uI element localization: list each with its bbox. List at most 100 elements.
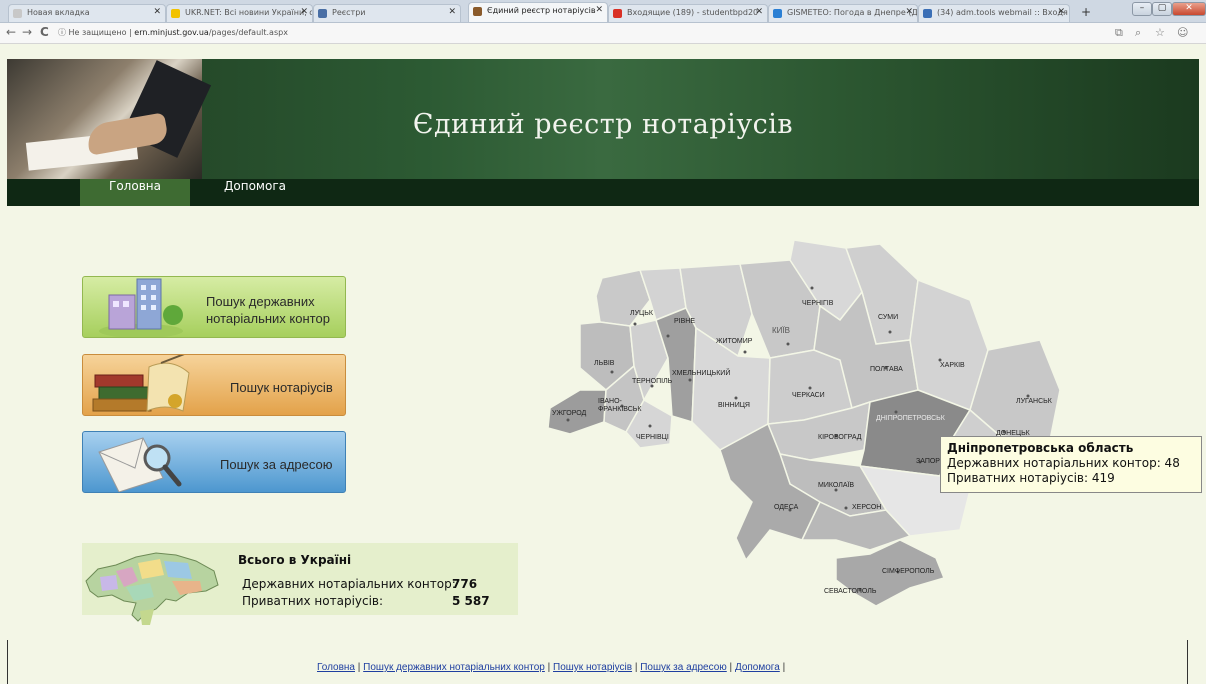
city-label: УЖГОРОД bbox=[552, 410, 587, 417]
tab-favicon-icon bbox=[773, 9, 782, 18]
address-bar: ← → C ⓘ Не защищено | ern.minjust.gov.ua… bbox=[0, 23, 1206, 44]
translate-icon[interactable]: ⧉ bbox=[1115, 26, 1123, 40]
tab-title: GISMETEO: Погода в Днепре (Д bbox=[787, 8, 918, 17]
region-volyn bbox=[595, 269, 651, 327]
footer-separator: | bbox=[634, 662, 638, 673]
tab-title: Реєстри bbox=[332, 8, 366, 17]
tab-close-icon[interactable]: ✕ bbox=[300, 7, 308, 17]
site-header: Єдиний реєстр нотаріусів bbox=[7, 59, 1199, 179]
city-label: ОДЕСА bbox=[774, 504, 799, 511]
city-label: ХЕРСОН bbox=[852, 504, 882, 511]
city-label: ЧЕРНІВЦІ bbox=[636, 434, 669, 441]
books-scroll-icon bbox=[92, 355, 190, 412]
footer-links: Головна | Пошук державних нотаріальних к… bbox=[317, 662, 785, 673]
main-menu: Головна Допомога bbox=[7, 179, 1199, 206]
city-label: СЕВАСТОПОЛЬ bbox=[824, 588, 877, 595]
city-label: ІВАНО-ФРАНКІВСЬК bbox=[598, 398, 642, 413]
city-label: ЛУЦЬК bbox=[630, 310, 653, 317]
footer-separator: | bbox=[782, 662, 786, 673]
gmail-favicon-icon bbox=[613, 9, 622, 18]
url-path: /pages/default.aspx bbox=[208, 28, 288, 37]
tab-favicon-icon bbox=[473, 7, 482, 16]
browser-tab[interactable]: UKR.NET: Всі новини України, о ✕ bbox=[166, 4, 313, 22]
back-icon[interactable]: ← bbox=[6, 25, 16, 39]
buildings-icon bbox=[99, 278, 183, 337]
bookmark-star-icon[interactable]: ☆ bbox=[1155, 26, 1165, 39]
city-label: ДНІПРОПЕТРОВСЬК bbox=[876, 415, 945, 422]
city-label: МИКОЛАЇВ bbox=[818, 482, 855, 489]
minimize-button[interactable]: – bbox=[1132, 2, 1152, 16]
footer-link-state-offices[interactable]: Пошук державних нотаріальних контор bbox=[363, 662, 545, 673]
city-label: ЖИТОМИР bbox=[716, 338, 753, 345]
tab-close-icon[interactable]: ✕ bbox=[448, 7, 456, 17]
footer-link-home[interactable]: Головна bbox=[317, 662, 355, 673]
maximize-button[interactable]: ▢ bbox=[1152, 2, 1172, 16]
browser-tab[interactable]: GISMETEO: Погода в Днепре (Д ✕ bbox=[768, 4, 918, 22]
tab-favicon-icon bbox=[318, 9, 327, 18]
tab-favicon-icon bbox=[13, 9, 22, 18]
footer-separator: | bbox=[729, 662, 733, 673]
browser-tab-active[interactable]: Єдиний реєстр нотаріусів ✕ bbox=[468, 2, 608, 22]
search-notaries-button[interactable]: Пошук нотаріусів bbox=[82, 354, 346, 416]
totals-panel: Всього в Україні Державних нотаріальних … bbox=[82, 543, 518, 625]
footer-separator: | bbox=[357, 662, 361, 673]
city-label: ХАРКІВ bbox=[940, 362, 965, 369]
city-label: ЛУГАНСЬК bbox=[1016, 398, 1052, 405]
browser-tab[interactable]: Новая вкладка ✕ bbox=[8, 4, 166, 22]
tab-title: Єдиний реєстр нотаріусів bbox=[487, 6, 596, 15]
city-label: КИЇВ bbox=[772, 326, 790, 335]
tab-favicon-icon bbox=[171, 9, 180, 18]
ukraine-region-map: ЛУЦЬК РІВНЕ ЖИТОМИР КИЇВ ЧЕРНІГІВ СУМИ Л… bbox=[540, 239, 1100, 620]
browser-tab[interactable]: (34) adm.tools webmail :: Входя ✕ bbox=[918, 4, 1070, 22]
footer-link-address[interactable]: Пошук за адресою bbox=[640, 662, 727, 673]
tooltip-line: Державних нотаріальних контор: 48 bbox=[947, 456, 1180, 470]
menu-item-help[interactable]: Допомога bbox=[200, 179, 310, 206]
menu-item-home[interactable]: Головна bbox=[80, 179, 190, 206]
city-label: ВІННИЦЯ bbox=[718, 402, 750, 409]
totals-value: 5 587 bbox=[452, 594, 490, 608]
tab-close-icon[interactable]: ✕ bbox=[755, 7, 763, 17]
zoom-icon[interactable]: ⌕ bbox=[1135, 26, 1141, 40]
browser-tab-bar: Новая вкладка ✕ UKR.NET: Всі новини Укра… bbox=[0, 0, 1206, 23]
tab-close-icon[interactable]: ✕ bbox=[1057, 7, 1065, 17]
new-tab-button[interactable]: + bbox=[1076, 4, 1096, 20]
city-label: ЧЕРКАСИ bbox=[792, 392, 825, 399]
tooltip-title: Дніпропетровська область bbox=[947, 441, 1134, 455]
tab-close-icon[interactable]: ✕ bbox=[905, 7, 913, 17]
search-state-notary-offices-button[interactable]: Пошук державних нотаріальних контор bbox=[82, 276, 346, 338]
url-host: ern.minjust.gov.ua bbox=[134, 28, 209, 37]
city-label: ТЕРНОПІЛЬ bbox=[632, 378, 673, 385]
city-label: РІВНЕ bbox=[674, 318, 696, 325]
tab-title: Входящие (189) - studentbpd20 bbox=[627, 8, 759, 17]
reload-icon[interactable]: C bbox=[40, 25, 49, 39]
tab-favicon-icon bbox=[923, 9, 932, 18]
url-field[interactable]: ⓘ Не защищено | ern.minjust.gov.ua/pages… bbox=[58, 27, 288, 38]
tab-title: (34) adm.tools webmail :: Входя bbox=[937, 8, 1068, 17]
action-label-line2: нотаріальних контор bbox=[206, 311, 330, 326]
tab-close-icon[interactable]: ✕ bbox=[595, 5, 603, 15]
totals-value: 776 bbox=[452, 577, 478, 591]
browser-tab[interactable]: Входящие (189) - studentbpd20 ✕ bbox=[608, 4, 768, 22]
city-label: СІМФЕРОПОЛЬ bbox=[882, 568, 935, 575]
footer-link-notaries[interactable]: Пошук нотаріусів bbox=[553, 662, 632, 673]
totals-label: Державних нотаріальних контор: bbox=[242, 577, 456, 591]
city-label: ЧЕРНІГІВ bbox=[802, 300, 834, 307]
totals-label: Приватних нотаріусів: bbox=[242, 594, 384, 608]
tab-close-icon[interactable]: ✕ bbox=[153, 7, 161, 17]
city-label: КІРОВОГРАД bbox=[818, 434, 862, 441]
footer-separator: | bbox=[547, 662, 551, 673]
city-label: ПОЛТАВА bbox=[870, 366, 903, 373]
window-close-button[interactable]: ✕ bbox=[1172, 2, 1206, 16]
browser-tab[interactable]: Реєстри ✕ bbox=[313, 4, 461, 22]
city-label: ЛЬВІВ bbox=[594, 360, 615, 367]
tab-title: UKR.NET: Всі новини України, о bbox=[185, 8, 313, 17]
profile-icon[interactable]: ☺ bbox=[1177, 26, 1188, 39]
footer-link-help[interactable]: Допомога bbox=[735, 662, 780, 673]
tooltip-line: Приватних нотаріусів: 419 bbox=[947, 471, 1115, 485]
site-title: Єдиний реєстр нотаріусів bbox=[412, 109, 794, 140]
search-by-address-button[interactable]: Пошук за адресою bbox=[82, 431, 346, 493]
ukraine-mini-map bbox=[85, 552, 219, 625]
forward-icon[interactable]: → bbox=[22, 25, 32, 39]
city-label: ХМЕЛЬНИЦЬКИЙ bbox=[672, 370, 731, 377]
security-indicator[interactable]: ⓘ Не защищено bbox=[58, 28, 127, 37]
